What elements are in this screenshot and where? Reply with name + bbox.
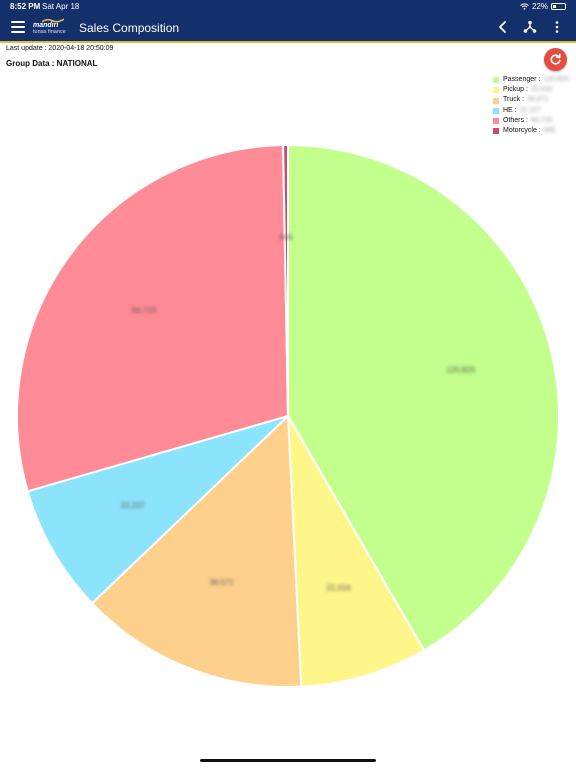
pie-slice-label: 84,715 [132,306,157,315]
pie-slice-label: 22,227 [121,501,146,510]
home-indicator [200,759,376,762]
pie-slice-label: 845 [280,233,294,242]
pie-slice-label: 120,820 [446,366,475,375]
pie-slice-label: 22,016 [326,584,351,593]
pie-slice-label: 39,571 [209,578,234,587]
pie-chart: 120,820 22,016 39,571 22,227 84,715 845 [16,143,560,688]
